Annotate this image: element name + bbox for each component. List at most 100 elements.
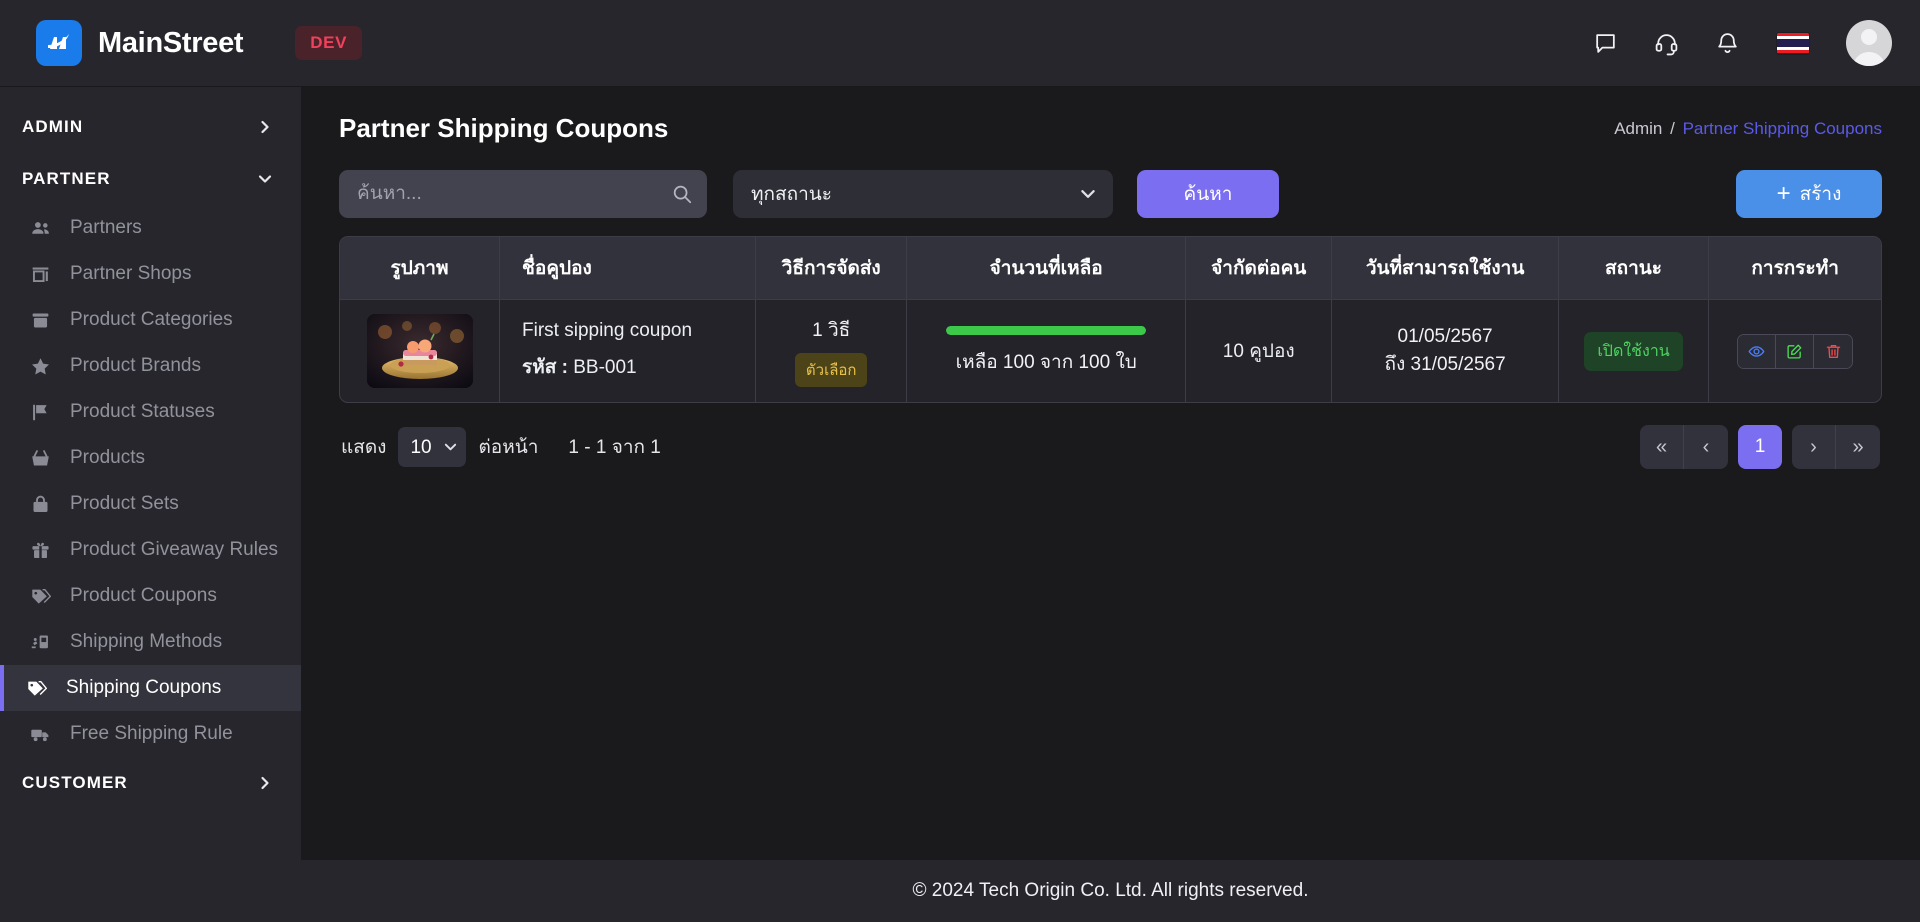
chat-icon[interactable] <box>1593 31 1618 56</box>
view-button[interactable] <box>1738 334 1777 368</box>
sidebar-group-customer[interactable]: CUSTOMER <box>0 757 301 809</box>
last-page-button[interactable]: » <box>1836 425 1880 469</box>
sidebar-item-label: Product Coupons <box>70 585 217 606</box>
cell-shipping-method: 1 วิธี ตัวเลือก <box>755 299 908 402</box>
sidebar-item-products[interactable]: Products <box>0 435 301 481</box>
result-range-text: 1 - 1 จาก 1 <box>568 437 661 458</box>
per-page-suffix: ต่อหน้า <box>478 437 539 458</box>
sidebar-item-product-coupons[interactable]: Product Coupons <box>0 573 301 619</box>
sidebar-item-product-brands[interactable]: Product Brands <box>0 343 301 389</box>
prev-page-button[interactable]: ‹ <box>1684 425 1728 469</box>
cell-status: เปิดใช้งาน <box>1558 299 1710 402</box>
col-limit-per-person: จำกัดต่อคน <box>1185 237 1333 300</box>
chevron-right-icon <box>257 775 273 791</box>
coupon-name: First sipping coupon <box>522 320 693 341</box>
col-shipping-method: วิธีการจัดส่ง <box>755 237 908 300</box>
show-label: แสดง <box>341 437 387 458</box>
chevron-down-icon <box>257 171 273 187</box>
box-icon <box>28 310 52 331</box>
col-actions: การกระทำ <box>1708 237 1881 300</box>
shipping-option-badge[interactable]: ตัวเลือก <box>794 353 868 387</box>
footer-text: © 2024 Tech Origin Co. Ltd. All rights r… <box>912 880 1309 901</box>
sidebar-item-label: Products <box>70 447 145 468</box>
sidebar-item-free-shipping-rule[interactable]: Free Shipping Rule <box>0 711 301 757</box>
edit-button[interactable] <box>1776 334 1815 368</box>
search-button[interactable]: ค้นหา <box>1137 170 1279 218</box>
sidebar-group-partner-label: PARTNER <box>22 169 111 188</box>
users-group-icon <box>28 218 52 239</box>
create-button[interactable]: + สร้าง <box>1736 170 1882 218</box>
col-usable-dates: วันที่สามารถใช้งาน <box>1331 237 1559 300</box>
breadcrumb-separator: / <box>1670 118 1675 138</box>
flag-icon <box>28 402 52 423</box>
page-button-1[interactable]: 1 <box>1738 425 1782 469</box>
coupon-thumbnail <box>366 314 473 388</box>
footer: © 2024 Tech Origin Co. Ltd. All rights r… <box>301 860 1920 922</box>
app-shell: ADMIN PARTNER Partners Partner Shops Pro… <box>0 87 1920 922</box>
col-status: สถานะ <box>1558 237 1710 300</box>
bag-icon <box>28 494 52 515</box>
brand-logo-area[interactable]: MainStreet <box>36 20 244 66</box>
thai-flag-icon[interactable] <box>1776 31 1810 55</box>
row-action-group <box>1737 333 1854 369</box>
first-page-button[interactable]: « <box>1640 425 1684 469</box>
headset-support-icon[interactable] <box>1654 31 1679 56</box>
plus-icon: + <box>1776 180 1791 207</box>
sidebar-item-label: Partner Shops <box>70 263 192 284</box>
sidebar-group-customer-label: CUSTOMER <box>22 773 128 792</box>
page-title: Partner Shipping Coupons <box>339 113 669 143</box>
delivery-truck-icon <box>28 724 52 745</box>
sidebar-item-product-statuses[interactable]: Product Statuses <box>0 389 301 435</box>
col-coupon-name: ชื่อคูปอง <box>499 237 757 300</box>
remaining-progress-bar <box>946 325 1147 335</box>
breadcrumb-current[interactable]: Partner Shipping Coupons <box>1683 119 1882 138</box>
col-image: รูปภาพ <box>340 237 501 300</box>
pagination-controls: « ‹ 1 › » <box>1640 425 1880 469</box>
content-region: Partner Shipping Coupons Admin / Partner… <box>301 87 1920 860</box>
sidebar-item-shipping-coupons[interactable]: Shipping Coupons <box>0 665 301 711</box>
table-head: รูปภาพ ชื่อคูปอง วิธีการจัดส่ง จำนวนที่เ… <box>340 237 1881 300</box>
brand-name: MainStreet <box>98 26 244 59</box>
coupons-table: รูปภาพ ชื่อคูปอง วิธีการจัดส่ง จำนวนที่เ… <box>340 237 1881 402</box>
main-area: Partner Shipping Coupons Admin / Partner… <box>301 87 1920 922</box>
chevron-right-icon <box>257 119 273 135</box>
search-field-wrapper <box>339 170 707 218</box>
sidebar-item-product-categories[interactable]: Product Categories <box>0 297 301 343</box>
remaining-text: เหลือ 100 จาก 100 ใบ <box>955 351 1137 373</box>
sidebar-item-partner-shops[interactable]: Partner Shops <box>0 251 301 297</box>
status-filter-select[interactable]: ทุกสถานะ <box>733 170 1113 218</box>
delete-button[interactable] <box>1814 334 1853 368</box>
sidebar-group-partner[interactable]: PARTNER <box>0 153 301 205</box>
sidebar-item-label: Product Sets <box>70 493 179 514</box>
truck-loading-icon <box>28 632 52 653</box>
cell-usable-dates: 01/05/2567 ถึง 31/05/2567 <box>1331 299 1559 402</box>
sidebar-item-shipping-methods[interactable]: Shipping Methods <box>0 619 301 665</box>
status-badge: เปิดใช้งาน <box>1584 331 1683 371</box>
breadcrumb-root[interactable]: Admin <box>1614 119 1662 138</box>
coupon-code: รหัส : BB-001 <box>522 352 745 382</box>
basket-icon <box>28 448 52 469</box>
store-icon <box>28 264 52 285</box>
date-from: 01/05/2567 <box>1397 325 1493 347</box>
sidebar-item-label: Shipping Methods <box>70 631 223 652</box>
shipping-method-count: 1 วิธี <box>812 320 851 341</box>
per-page-select[interactable]: 10 <box>398 427 467 467</box>
sidebar-item-product-giveaway-rules[interactable]: Product Giveaway Rules <box>0 527 301 573</box>
sidebar-item-label: Product Giveaway Rules <box>70 539 279 560</box>
sidebar-item-partners[interactable]: Partners <box>0 205 301 251</box>
coupon-code-label: รหัส : <box>522 357 568 378</box>
search-input[interactable] <box>339 170 707 218</box>
notification-bell-icon[interactable] <box>1715 31 1740 56</box>
col-remaining: จำนวนที่เหลือ <box>906 237 1187 300</box>
sidebar-group-admin-label: ADMIN <box>22 117 84 136</box>
next-page-button[interactable]: › <box>1792 425 1836 469</box>
user-avatar[interactable] <box>1846 20 1892 66</box>
sidebar-item-label: Free Shipping Rule <box>70 723 233 744</box>
gift-icon <box>28 540 52 561</box>
sidebar-item-product-sets[interactable]: Product Sets <box>0 481 301 527</box>
mainstreet-logo-icon <box>36 20 82 66</box>
top-bar-actions <box>1593 20 1892 66</box>
top-bar: MainStreet DEV <box>0 0 1920 87</box>
search-icon[interactable] <box>671 183 693 205</box>
sidebar-group-admin[interactable]: ADMIN <box>0 101 301 153</box>
